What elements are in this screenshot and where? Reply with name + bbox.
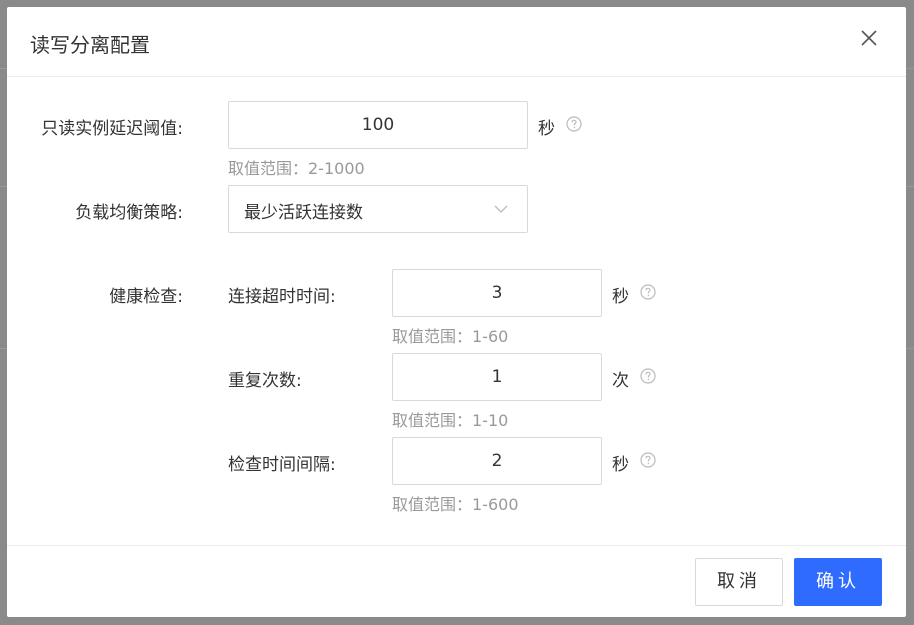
interval-unit: 秒 [612,455,629,475]
timeout-unit: 秒 [612,287,629,307]
dialog-title: 读写分离配置 [30,33,150,57]
timeout-hint: 取值范围：1-60 [392,327,509,346]
dialog-footer: 取消 确认 [7,545,906,617]
interval-input[interactable] [392,437,602,485]
lb-strategy-select[interactable]: 最少活跃连接数 [228,185,528,233]
delay-threshold-hint: 取值范围：2-1000 [228,159,365,178]
question-circle-icon[interactable] [640,284,656,300]
timeout-input[interactable] [392,269,602,317]
retries-label: 重复次数: [228,371,302,391]
cancel-button[interactable]: 取消 [695,558,783,606]
rw-split-config-dialog: 读写分离配置 只读实例延迟阈值: 秒 取值范围：2-1000 负载均衡策略: 最… [7,7,906,617]
lb-strategy-selected-value: 最少活跃连接数 [244,203,363,223]
question-circle-icon[interactable] [640,368,656,384]
interval-label: 检查时间间隔: [228,455,336,475]
retries-unit: 次 [612,371,629,391]
dialog-header: 读写分离配置 [7,7,906,77]
question-circle-icon[interactable] [566,116,582,132]
question-circle-icon[interactable] [640,452,656,468]
delay-threshold-label: 只读实例延迟阈值: [41,119,183,139]
retries-hint: 取值范围：1-10 [392,411,509,430]
delay-threshold-unit: 秒 [538,119,555,139]
health-check-label: 健康检查: [109,287,183,307]
delay-threshold-input[interactable] [228,101,528,149]
chevron-down-icon [493,201,509,217]
close-icon[interactable] [858,27,880,49]
lb-strategy-label: 负载均衡策略: [75,203,183,223]
confirm-button[interactable]: 确认 [794,558,882,606]
retries-input[interactable] [392,353,602,401]
timeout-label: 连接超时时间: [228,287,336,307]
interval-hint: 取值范围：1-600 [392,495,519,514]
